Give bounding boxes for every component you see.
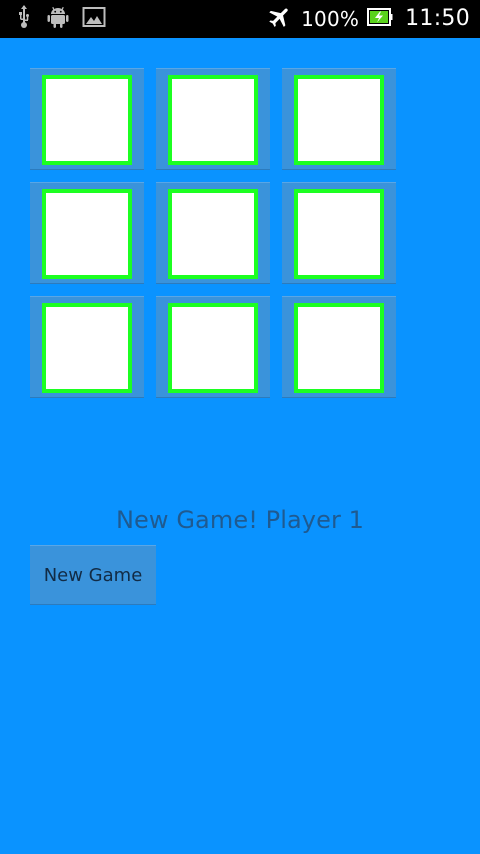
battery-percentage: 100% [301, 7, 360, 31]
board-cell-face [294, 75, 384, 165]
status-right-icons: 100% 11:50 [267, 5, 470, 33]
usb-icon [14, 5, 34, 33]
board-cell-5[interactable] [156, 182, 270, 284]
board-cell-3[interactable] [282, 68, 396, 170]
board-cell-7[interactable] [30, 296, 144, 398]
status-bar: 100% 11:50 [0, 0, 480, 38]
clock: 11:50 [405, 6, 470, 31]
airplane-icon [267, 4, 293, 34]
board-cell-9[interactable] [282, 296, 396, 398]
board-cell-face [294, 303, 384, 393]
status-left-icons [14, 5, 106, 33]
board-cell-face [42, 75, 132, 165]
battery-charging-icon [367, 6, 393, 32]
board-cell-face [168, 75, 258, 165]
tic-tac-toe-board [30, 68, 396, 398]
image-icon [82, 5, 106, 33]
board-cell-face [42, 189, 132, 279]
new-game-button[interactable]: New Game [30, 545, 156, 605]
board-cell-face [168, 189, 258, 279]
board-cell-1[interactable] [30, 68, 144, 170]
game-status-text: New Game! Player 1 [115, 506, 365, 534]
board-cell-6[interactable] [282, 182, 396, 284]
board-cell-8[interactable] [156, 296, 270, 398]
board-cell-face [42, 303, 132, 393]
android-icon [46, 5, 70, 33]
board-cell-face [168, 303, 258, 393]
board-cell-face [294, 189, 384, 279]
board-cell-2[interactable] [156, 68, 270, 170]
board-cell-4[interactable] [30, 182, 144, 284]
